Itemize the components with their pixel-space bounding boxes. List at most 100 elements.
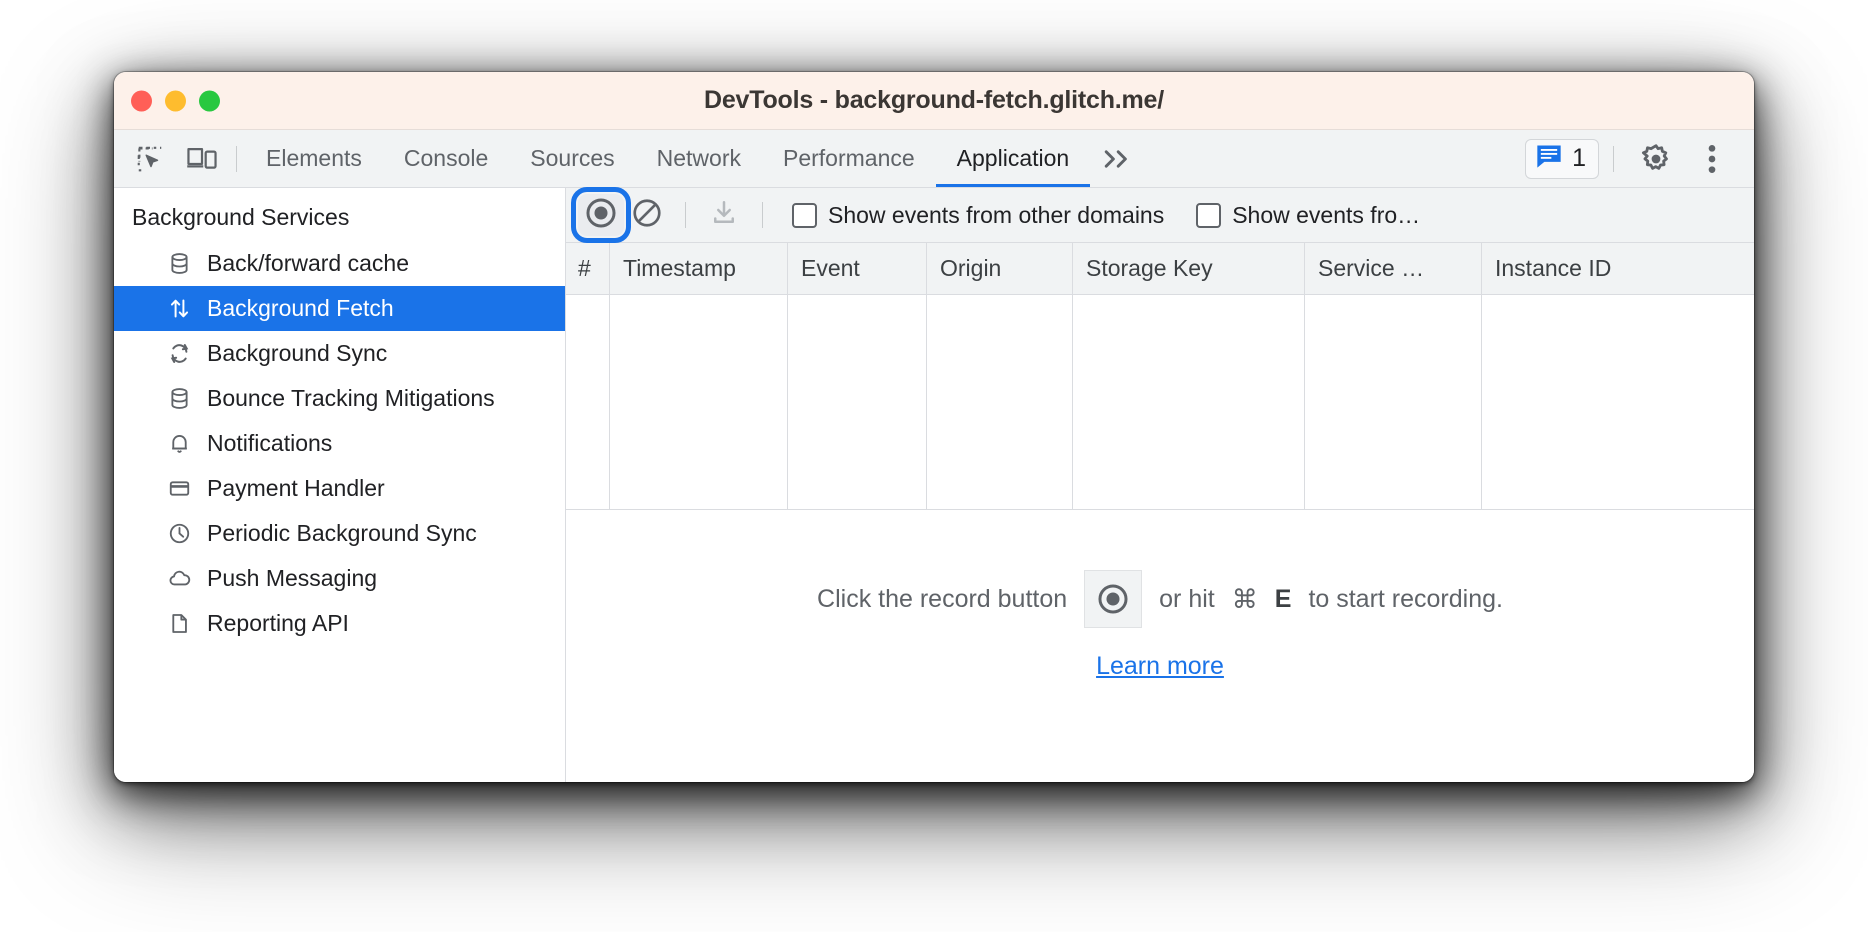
- sidebar-item-bounce-tracking-mitigations[interactable]: Bounce Tracking Mitigations: [114, 376, 565, 421]
- sidebar-item-label: Reporting API: [207, 610, 349, 636]
- sync-icon: [166, 341, 192, 367]
- column-label: Service …: [1318, 255, 1425, 281]
- panel-toolbar: Show events from other domains Show even…: [566, 187, 1754, 243]
- sidebar-section-title: Background Services: [132, 204, 350, 230]
- sidebar-item-push-messaging[interactable]: Push Messaging: [114, 556, 565, 601]
- empty-state-prefix: Click the record button: [817, 584, 1068, 613]
- sidebar-item-back-forward-cache[interactable]: Back/forward cache: [114, 241, 565, 286]
- tab-label: Network: [656, 145, 741, 171]
- application-sidebar: Background Services Back/forward cache B…: [114, 188, 566, 782]
- table-column: [788, 295, 927, 509]
- toolbar-divider: [1613, 145, 1614, 172]
- screenshot-root: DevTools - background-fetch.glitch.me/ E…: [0, 0, 1868, 932]
- maximize-window-button[interactable]: [199, 90, 220, 111]
- table-column: [1482, 295, 1753, 509]
- empty-state-suffix: to start recording.: [1308, 584, 1503, 613]
- table-column: [1305, 295, 1482, 509]
- sidebar-item-label: Periodic Background Sync: [207, 520, 477, 546]
- column-header-timestamp[interactable]: Timestamp: [610, 243, 788, 294]
- sidebar-item-label: Background Fetch: [207, 295, 394, 321]
- gear-icon[interactable]: [1628, 137, 1684, 181]
- tab-label: Console: [403, 145, 489, 171]
- column-header-storage-key[interactable]: Storage Key: [1073, 243, 1305, 294]
- column-header-service-worker[interactable]: Service …: [1305, 243, 1482, 294]
- tab-application[interactable]: Application: [935, 130, 1091, 187]
- tab-label: Performance: [783, 145, 915, 171]
- database-icon: [166, 251, 192, 277]
- column-header-index[interactable]: #: [566, 243, 610, 294]
- sidebar-item-background-fetch[interactable]: Background Fetch: [114, 286, 565, 331]
- checkbox-box[interactable]: [1196, 202, 1222, 228]
- sidebar-item-label: Bounce Tracking Mitigations: [207, 385, 495, 411]
- sidebar-item-payment-handler[interactable]: Payment Handler: [114, 466, 565, 511]
- tab-label: Sources: [530, 145, 615, 171]
- sidebar-item-label: Payment Handler: [207, 475, 385, 501]
- background-fetch-panel: Show events from other domains Show even…: [566, 187, 1754, 782]
- sidebar-item-label: Push Messaging: [207, 565, 378, 591]
- sidebar-item-reporting-api[interactable]: Reporting API: [114, 601, 565, 646]
- checkbox-box[interactable]: [792, 202, 817, 228]
- sidebar-item-notifications[interactable]: Notifications: [114, 421, 565, 466]
- clear-no-entry-icon: [631, 197, 663, 234]
- database-icon: [166, 386, 192, 412]
- column-label: Event: [801, 255, 860, 281]
- column-label: #: [578, 255, 591, 281]
- column-label: Origin: [940, 255, 1002, 281]
- tab-elements[interactable]: Elements: [245, 130, 383, 187]
- table-column: [927, 295, 1073, 509]
- traffic-lights: [131, 90, 220, 111]
- sidebar-item-background-sync[interactable]: Background Sync: [114, 331, 565, 376]
- record-circle-icon[interactable]: [1084, 570, 1143, 628]
- checkbox-label: Show events from other domains: [828, 201, 1165, 228]
- empty-state-middle: or hit: [1159, 584, 1215, 613]
- inspect-element-icon[interactable]: [124, 130, 176, 187]
- tabbar-right-actions: 1: [1525, 130, 1754, 187]
- save-events-button[interactable]: [701, 194, 747, 236]
- empty-state-message: Click the record button or hit ⌘ E to st…: [817, 570, 1503, 628]
- devtools-body: Background Services Back/forward cache B…: [114, 187, 1754, 782]
- tab-performance[interactable]: Performance: [762, 130, 936, 187]
- toolbar-divider: [685, 202, 686, 228]
- issues-button[interactable]: 1: [1525, 138, 1599, 179]
- column-label: Timestamp: [623, 255, 736, 281]
- download-save-icon: [709, 198, 739, 233]
- record-button[interactable]: [571, 187, 631, 243]
- tab-console[interactable]: Console: [383, 130, 509, 187]
- arrows-up-down-icon: [166, 296, 192, 322]
- minimize-window-button[interactable]: [165, 90, 186, 111]
- kebab-menu-icon[interactable]: [1684, 137, 1740, 181]
- shortcut-key-letter: E: [1274, 584, 1292, 613]
- window-titlebar: DevTools - background-fetch.glitch.me/: [114, 72, 1754, 130]
- sidebar-item-label: Background Sync: [207, 340, 388, 366]
- checkbox-label: Show events fro…: [1232, 201, 1421, 228]
- show-events-other-domains-checkbox[interactable]: Show events from other domains: [792, 202, 1164, 229]
- device-toolbar-icon[interactable]: [176, 130, 228, 187]
- table-column: [566, 295, 610, 509]
- credit-card-icon: [166, 476, 192, 502]
- column-header-origin[interactable]: Origin: [927, 243, 1073, 294]
- chevron-double-right-icon[interactable]: [1090, 130, 1144, 187]
- column-header-instance-id[interactable]: Instance ID: [1482, 243, 1753, 294]
- events-table-body: [566, 295, 1754, 510]
- show-events-from-checkbox[interactable]: Show events fro…: [1196, 202, 1420, 229]
- sidebar-item-periodic-background-sync[interactable]: Periodic Background Sync: [114, 511, 565, 556]
- column-label: Storage Key: [1086, 255, 1213, 281]
- tab-network[interactable]: Network: [636, 130, 762, 187]
- issues-message-icon: [1535, 143, 1563, 174]
- toolbar-divider: [236, 145, 237, 172]
- tab-sources[interactable]: Sources: [509, 130, 635, 187]
- devtools-tabbar: Elements Console Sources Network Perform…: [114, 130, 1754, 188]
- empty-state: Click the record button or hit ⌘ E to st…: [566, 510, 1754, 782]
- command-key-glyph: ⌘: [1231, 583, 1258, 614]
- column-header-event[interactable]: Event: [788, 243, 927, 294]
- column-label: Instance ID: [1495, 255, 1612, 281]
- document-icon: [166, 611, 192, 637]
- cloud-icon: [166, 566, 192, 592]
- window-title: DevTools - background-fetch.glitch.me/: [703, 86, 1165, 114]
- close-window-button[interactable]: [131, 90, 152, 111]
- tab-label: Application: [956, 145, 1070, 171]
- issues-count: 1: [1572, 144, 1586, 172]
- learn-more-link[interactable]: Learn more: [1096, 652, 1224, 681]
- devtools-window: DevTools - background-fetch.glitch.me/ E…: [114, 72, 1754, 782]
- clear-button[interactable]: [624, 194, 670, 236]
